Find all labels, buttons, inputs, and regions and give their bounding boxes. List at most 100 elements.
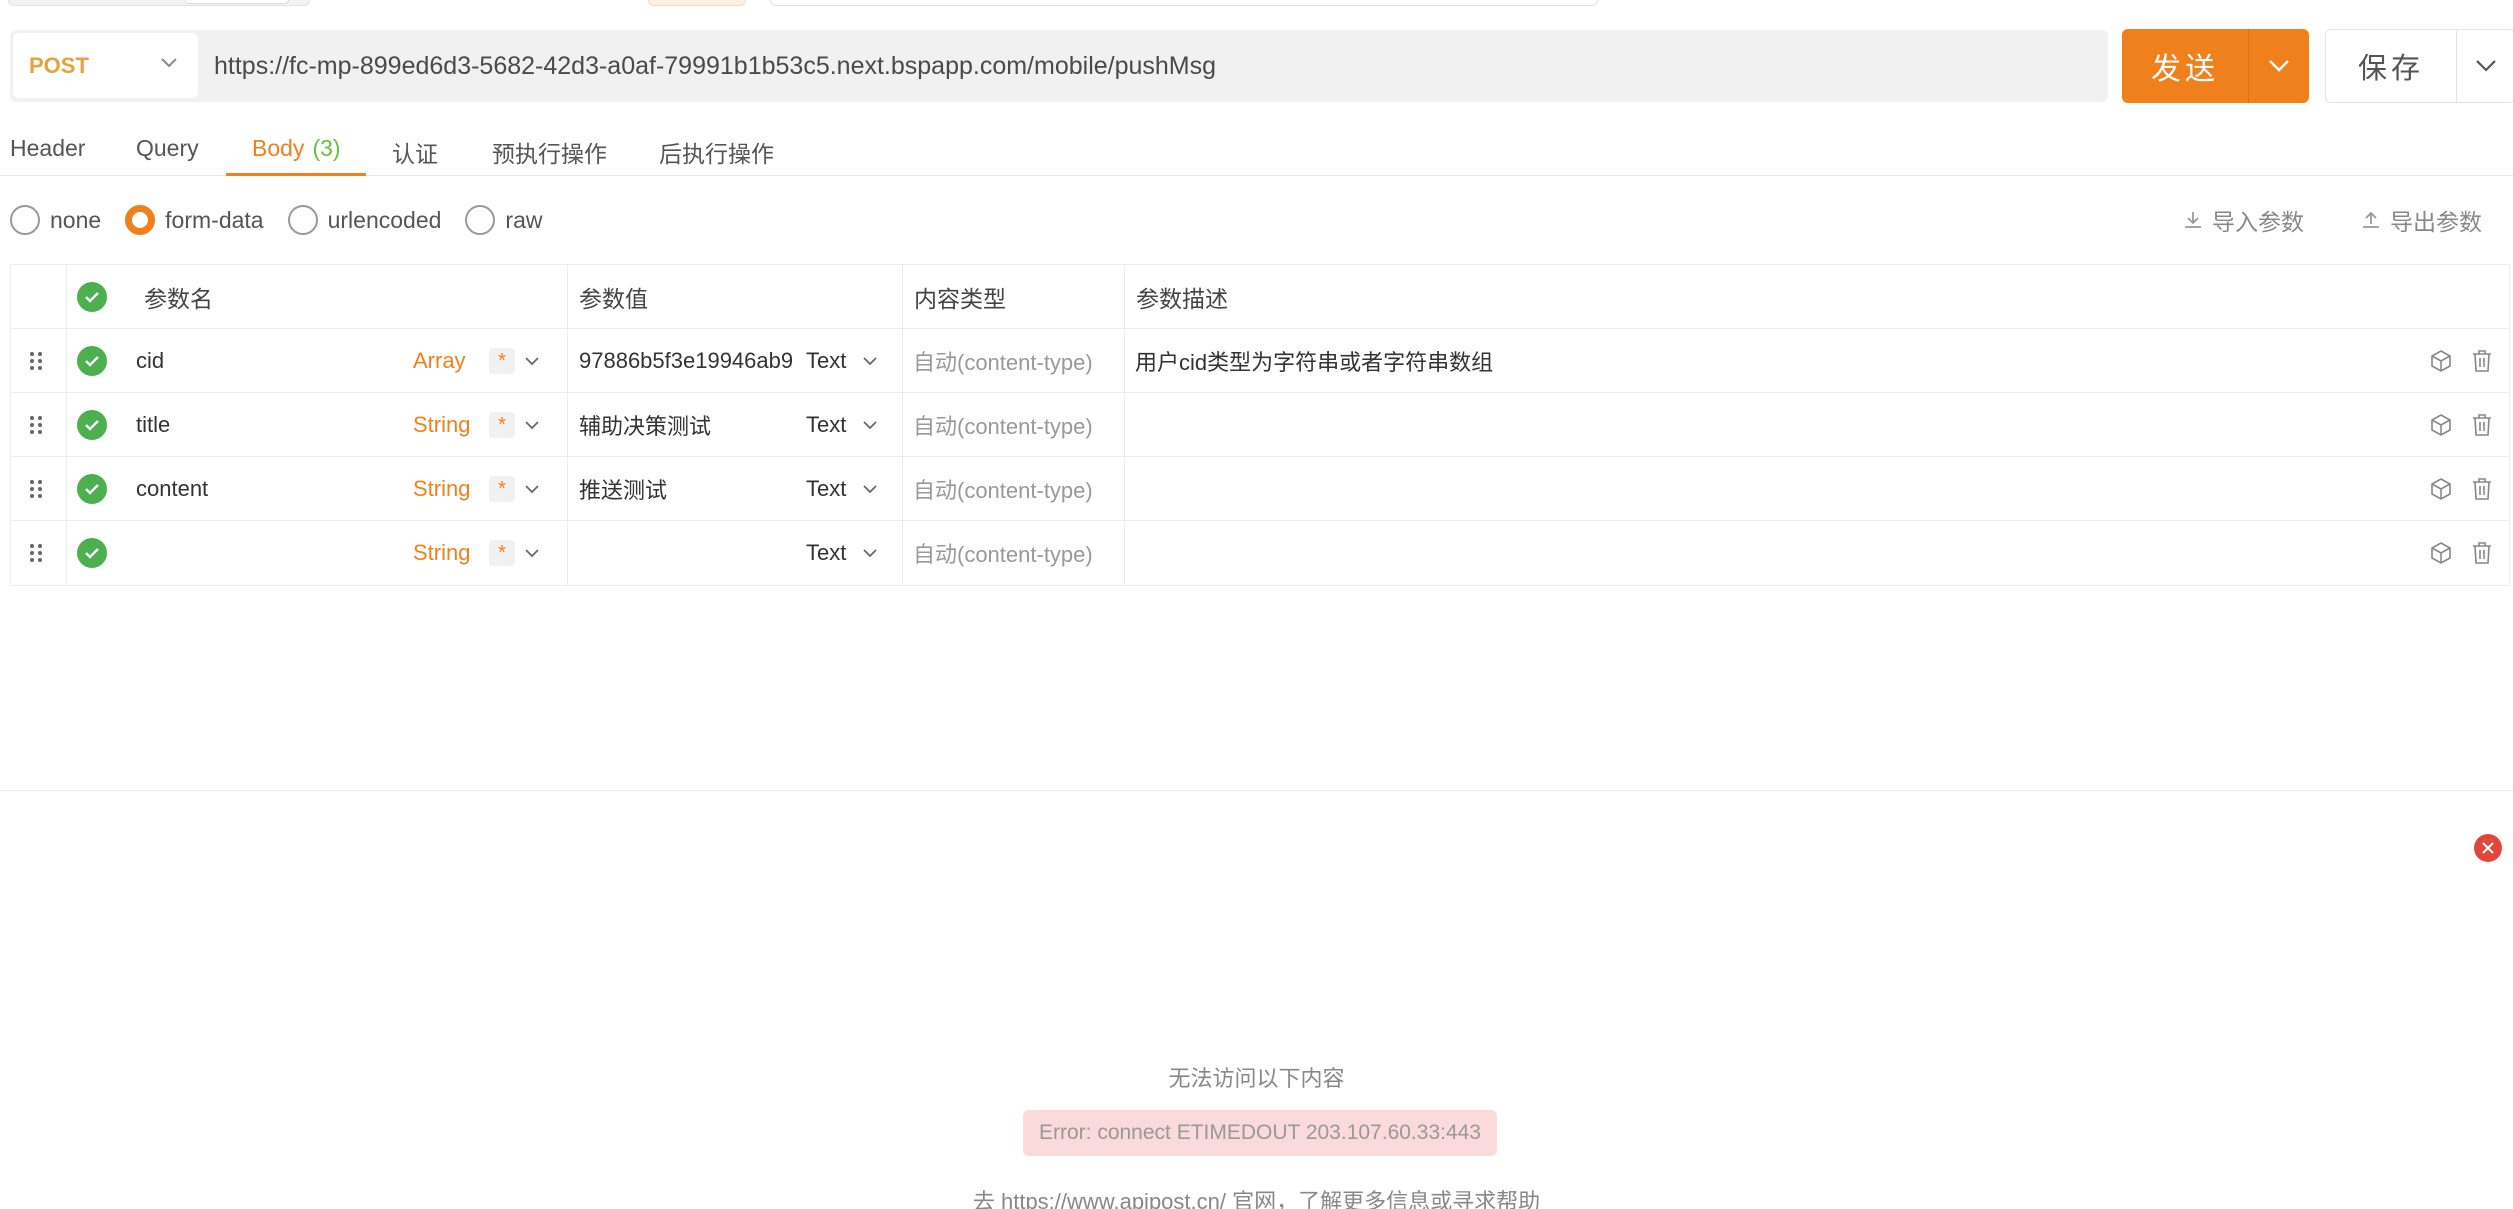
drag-handle-icon — [30, 544, 42, 562]
table-row: content String * 推送测试 Text 自动(content-ty… — [11, 457, 2509, 521]
value-type[interactable]: Text — [806, 393, 846, 457]
param-description[interactable]: 用户cid类型为字符串或者字符串数组 — [1135, 329, 1493, 393]
trash-icon — [2473, 350, 2491, 372]
check-icon — [85, 484, 99, 495]
mock-button[interactable] — [2429, 457, 2453, 521]
delete-button[interactable] — [2471, 329, 2493, 393]
radio-none[interactable]: none — [10, 205, 101, 235]
required-toggle[interactable]: * — [489, 540, 515, 566]
required-toggle[interactable]: * — [489, 476, 515, 502]
value-type-dropdown[interactable] — [863, 521, 877, 585]
required-toggle[interactable]: * — [489, 348, 515, 374]
tab-pre-script[interactable]: 预执行操作 — [492, 122, 607, 176]
param-type[interactable]: String — [413, 393, 470, 457]
type-dropdown[interactable] — [525, 521, 539, 585]
header-name: 参数名 — [144, 286, 213, 312]
method-select[interactable]: POST — [13, 33, 198, 98]
type-dropdown[interactable] — [525, 329, 539, 393]
header-value: 参数值 — [579, 286, 648, 312]
trash-icon — [2473, 542, 2491, 564]
delete-button[interactable] — [2471, 393, 2493, 457]
tab-header[interactable]: Header — [10, 122, 85, 176]
value-type-dropdown[interactable] — [863, 329, 877, 393]
chevron-down-icon — [863, 357, 877, 366]
select-all-checkbox[interactable] — [77, 282, 107, 312]
panel-divider[interactable] — [0, 790, 2513, 791]
param-name[interactable]: title — [136, 393, 170, 457]
content-type[interactable]: 自动(content-type) — [913, 393, 1093, 457]
content-type[interactable]: 自动(content-type) — [913, 521, 1093, 585]
delete-button[interactable] — [2471, 457, 2493, 521]
value-type[interactable]: Text — [806, 329, 846, 393]
radio-form-data[interactable]: form-data — [125, 205, 264, 235]
send-button[interactable]: 发送 — [2122, 29, 2309, 103]
drag-handle[interactable] — [29, 521, 43, 585]
help-link[interactable]: 去 https://www.apipost.cn/ 官网，了解更多信息或寻求帮助 — [0, 1184, 2513, 1209]
send-label: 发送 — [2151, 53, 2219, 86]
url-bar: POST https://fc-mp-899ed6d3-5682-42d3-a0… — [10, 30, 2108, 102]
table-row: cid Array * 97886b5f3e19946ab9 Text 自动(c… — [11, 329, 2509, 393]
chevron-down-icon — [525, 357, 539, 366]
tab-query[interactable]: Query — [136, 122, 199, 176]
param-type[interactable]: Array — [413, 329, 466, 393]
param-name[interactable]: cid — [136, 329, 164, 393]
drag-handle[interactable] — [29, 457, 43, 521]
upload-icon — [2363, 211, 2379, 228]
radio-raw[interactable]: raw — [465, 205, 542, 235]
param-name[interactable]: content — [136, 457, 208, 521]
delete-button[interactable] — [2471, 521, 2493, 585]
value-type-dropdown[interactable] — [863, 393, 877, 457]
radio-circle — [287, 205, 318, 235]
tab-body[interactable]: Body (3) — [226, 122, 366, 176]
cube-icon — [2431, 350, 2451, 372]
chevron-down-icon — [863, 421, 877, 430]
check-icon — [85, 356, 99, 367]
content-type[interactable]: 自动(content-type) — [913, 457, 1093, 521]
param-type[interactable]: String — [413, 521, 470, 585]
method-label: POST — [29, 52, 89, 78]
type-dropdown[interactable] — [525, 457, 539, 521]
import-params-button[interactable]: 导入参数 — [2182, 204, 2304, 236]
request-tabs: Header Query Body (3) 认证 预执行操作 后执行操作 — [0, 112, 2513, 176]
drag-handle-icon — [30, 352, 42, 370]
trash-icon — [2473, 414, 2491, 436]
row-checkbox[interactable] — [77, 346, 107, 376]
cube-icon — [2431, 542, 2451, 564]
body-type-group: none form-data urlencoded raw — [10, 200, 566, 240]
close-response-button[interactable] — [2474, 834, 2502, 862]
mock-button[interactable] — [2429, 329, 2453, 393]
param-value[interactable]: 推送测试 — [579, 457, 667, 521]
save-dropdown[interactable] — [2457, 59, 2513, 73]
row-checkbox[interactable] — [77, 410, 107, 440]
drag-handle[interactable] — [29, 329, 43, 393]
drag-handle[interactable] — [29, 393, 43, 457]
save-button[interactable]: 保存 — [2325, 29, 2513, 103]
content-type[interactable]: 自动(content-type) — [913, 329, 1093, 393]
chevron-down-icon — [2475, 60, 2496, 72]
url-input[interactable]: https://fc-mp-899ed6d3-5682-42d3-a0af-79… — [214, 30, 2094, 102]
mock-button[interactable] — [2429, 393, 2453, 457]
param-value[interactable]: 辅助决策测试 — [579, 393, 711, 457]
tab-fragment — [8, 0, 310, 6]
row-checkbox[interactable] — [77, 538, 107, 568]
mock-button[interactable] — [2429, 521, 2453, 585]
param-value[interactable]: 97886b5f3e19946ab9 — [579, 329, 804, 393]
check-icon — [85, 292, 99, 303]
value-type[interactable]: Text — [806, 521, 846, 585]
value-type[interactable]: Text — [806, 457, 846, 521]
tab-auth[interactable]: 认证 — [392, 122, 438, 176]
table-row: String * Text 自动(content-type) — [11, 521, 2509, 585]
chevron-down-icon — [525, 485, 539, 494]
drag-handle-icon — [30, 416, 42, 434]
param-type[interactable]: String — [413, 457, 470, 521]
tab-post-script[interactable]: 后执行操作 — [659, 122, 774, 176]
table-header: 参数名 参数值 内容类型 参数描述 — [11, 265, 2509, 329]
send-dropdown[interactable] — [2249, 59, 2309, 73]
type-dropdown[interactable] — [525, 393, 539, 457]
row-checkbox[interactable] — [77, 474, 107, 504]
radio-urlencoded[interactable]: urlencoded — [287, 205, 441, 235]
value-type-dropdown[interactable] — [863, 457, 877, 521]
export-params-button[interactable]: 导出参数 — [2360, 204, 2482, 236]
tab-fragment — [770, 0, 1598, 6]
required-toggle[interactable]: * — [489, 412, 515, 438]
